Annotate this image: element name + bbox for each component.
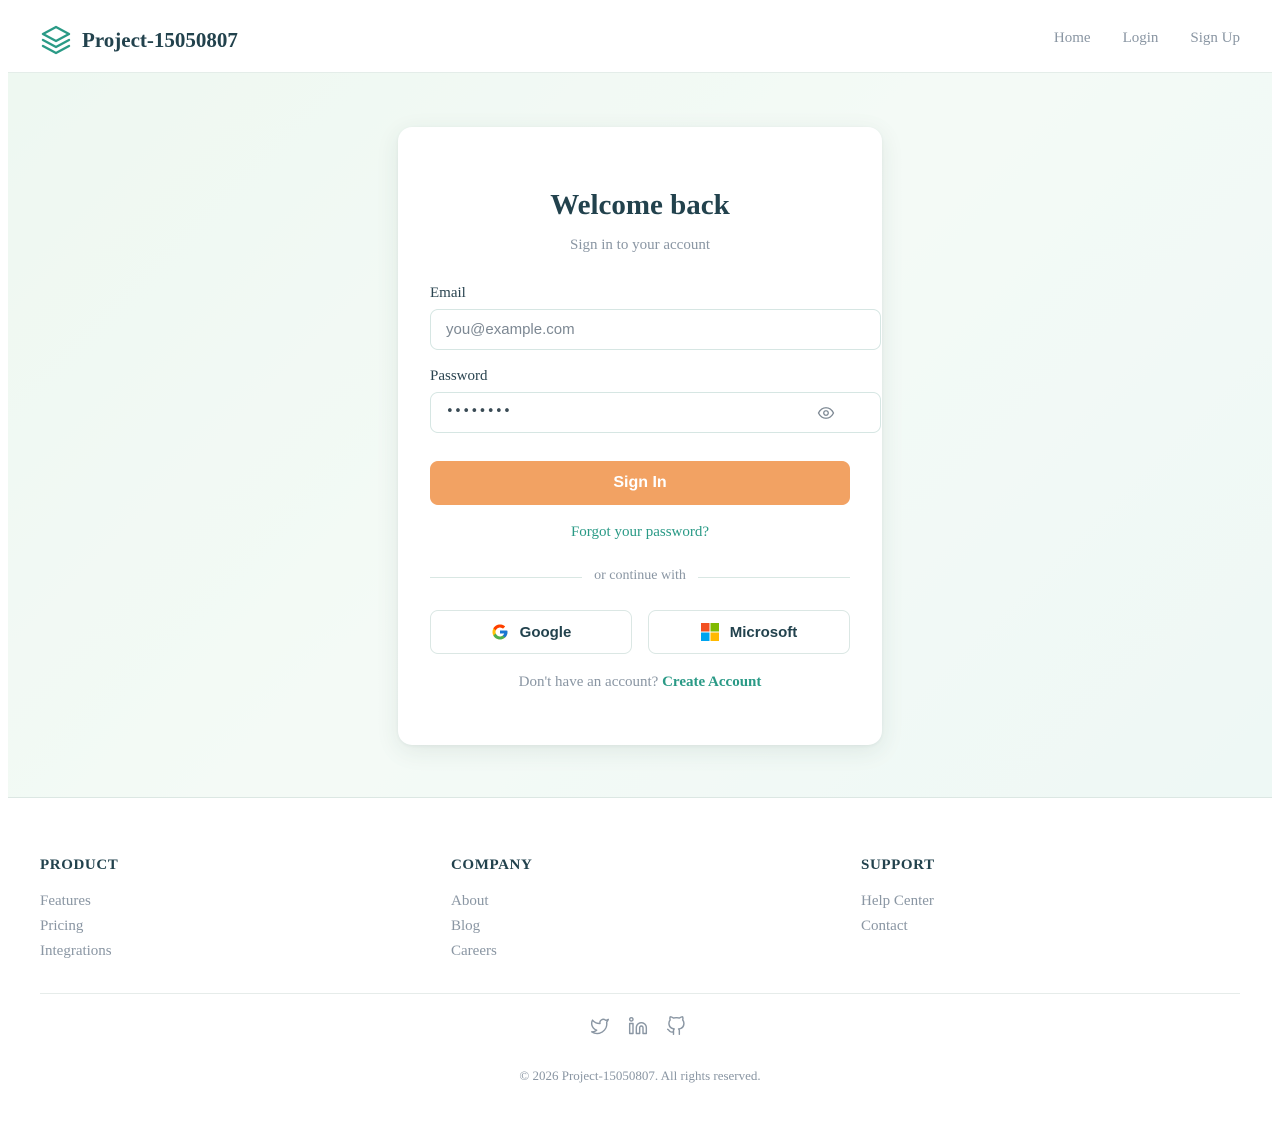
footer-link-careers[interactable]: Careers xyxy=(451,939,532,964)
sign-in-button[interactable]: Sign In xyxy=(430,461,850,505)
top-nav: Home Login Sign Up xyxy=(1054,30,1240,47)
google-signin-button[interactable]: Google xyxy=(430,610,632,654)
footer-heading: PRODUCT xyxy=(40,857,119,873)
page-title: Welcome back xyxy=(550,189,730,221)
footer-divider xyxy=(40,993,1240,994)
social-links xyxy=(590,1016,686,1036)
no-account-text: Don't have an account? xyxy=(518,674,659,690)
footer-link-pricing[interactable]: Pricing xyxy=(40,914,118,939)
microsoft-signin-button[interactable]: Microsoft xyxy=(648,610,850,654)
layers-logo-icon xyxy=(41,25,71,55)
footer-link-about[interactable]: About xyxy=(451,889,532,914)
copyright: © 2026 Project-15050807. All rights rese… xyxy=(519,1068,761,1083)
brand[interactable]: Project-15050807 xyxy=(40,24,238,56)
password-field[interactable]: •••••••• xyxy=(430,392,881,433)
footer-column-product: PRODUCT Features Pricing Integrations xyxy=(40,857,118,964)
eye-icon[interactable] xyxy=(816,404,836,422)
footer-link-features[interactable]: Features xyxy=(40,889,118,914)
password-value: •••••••• xyxy=(446,404,512,419)
login-section: Welcome back Sign in to your account Ema… xyxy=(8,72,1272,798)
divider-right xyxy=(698,577,850,578)
footer-link-contact[interactable]: Contact xyxy=(861,914,935,939)
microsoft-icon xyxy=(700,623,719,641)
google-label: Google xyxy=(519,623,572,641)
footer-heading: SUPPORT xyxy=(861,857,935,873)
github-icon[interactable] xyxy=(666,1016,686,1036)
login-card: Welcome back Sign in to your account Ema… xyxy=(398,127,882,745)
google-icon xyxy=(492,624,508,640)
twitter-icon[interactable] xyxy=(590,1016,610,1036)
linkedin-icon[interactable] xyxy=(628,1016,648,1036)
create-account-row: Don't have an account? Create Account xyxy=(398,674,882,691)
divider-text: or continue with xyxy=(594,568,686,583)
site-header: Project-15050807 Home Login Sign Up xyxy=(0,0,1280,72)
email-field-wrapper xyxy=(430,309,881,350)
footer-column-company: COMPANY About Blog Careers xyxy=(451,857,532,964)
footer-link-help-center[interactable]: Help Center xyxy=(861,889,935,914)
footer-link-blog[interactable]: Blog xyxy=(451,914,532,939)
nav-signup-link[interactable]: Sign Up xyxy=(1190,30,1240,47)
password-label: Password xyxy=(430,368,488,384)
nav-home-link[interactable]: Home xyxy=(1054,30,1091,47)
nav-login-link[interactable]: Login xyxy=(1123,30,1159,47)
email-input[interactable] xyxy=(431,310,880,349)
footer-heading: COMPANY xyxy=(451,857,533,873)
brand-name: Project-15050807 xyxy=(82,27,238,52)
footer-column-support: SUPPORT Help Center Contact xyxy=(861,857,935,939)
microsoft-label: Microsoft xyxy=(729,623,798,641)
create-account-link[interactable]: Create Account xyxy=(662,674,761,690)
page-subtitle: Sign in to your account xyxy=(570,237,710,253)
footer-link-integrations[interactable]: Integrations xyxy=(40,939,118,964)
email-label: Email xyxy=(430,285,466,301)
forgot-password-link[interactable]: Forgot your password? xyxy=(398,524,882,541)
